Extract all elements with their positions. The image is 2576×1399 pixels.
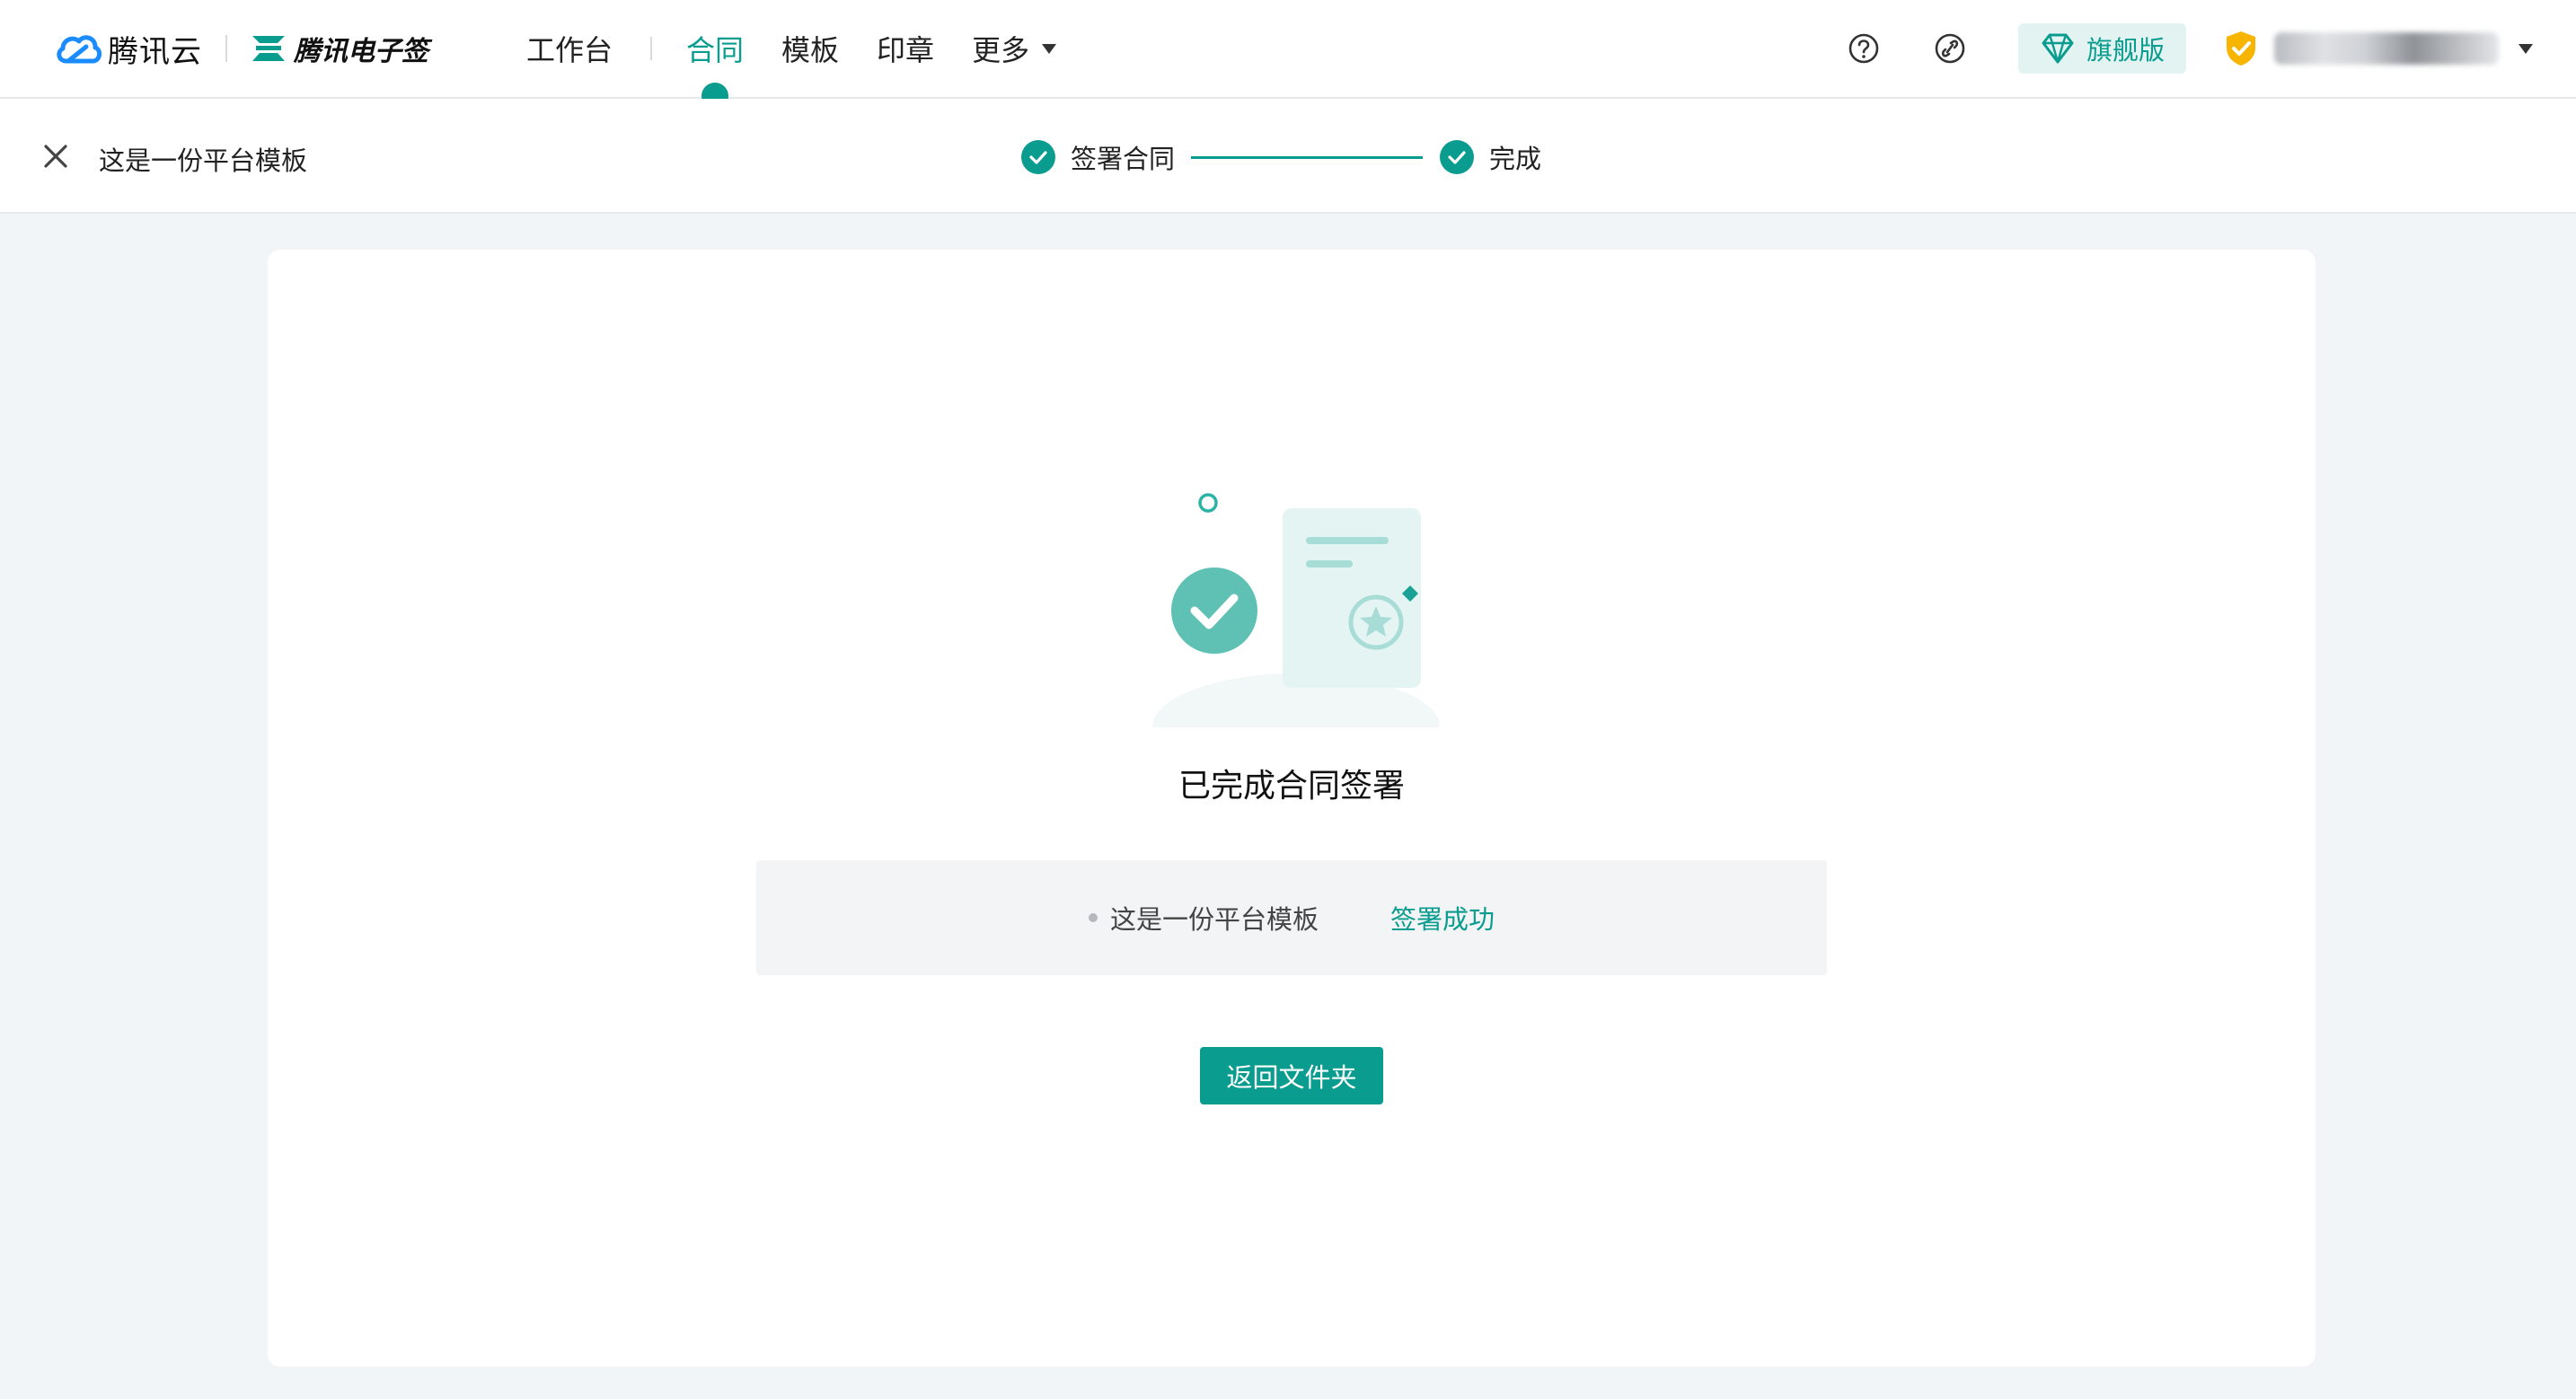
nav-divider (650, 37, 653, 60)
step-bar: 这是一份平台模板 签署合同 完成 (0, 99, 2576, 214)
shield-check-icon (2227, 31, 2255, 66)
close-icon[interactable] (40, 140, 72, 172)
document-title: 这是一份平台模板 (99, 145, 308, 176)
plan-label: 旗舰版 (2086, 35, 2165, 66)
nav-item-more[interactable]: 更多 (972, 0, 1057, 97)
progress-steps: 签署合同 完成 (1020, 135, 1541, 180)
brand-cloud-name: 腾讯云 (108, 33, 202, 70)
nav-item-more-label: 更多 (972, 33, 1030, 67)
link-icon[interactable] (1932, 31, 1968, 66)
brand-logo[interactable]: 腾讯云 腾讯电子签 (54, 23, 428, 74)
result-card: 已完成合同签署 这是一份平台模板 签署成功 返回文件夹 (268, 250, 2316, 1367)
step-done-check-icon (1021, 140, 1055, 174)
signed-file-row: 这是一份平台模板 签署成功 (756, 860, 1827, 975)
caret-down-icon (1042, 43, 1057, 54)
nav-item-contract[interactable]: 合同 (686, 0, 744, 110)
tencent-cloud-icon (57, 35, 101, 64)
signed-file-status: 签署成功 (1390, 904, 1495, 935)
main-nav: 工作台 合同 模板 印章 更多 (526, 0, 1057, 110)
nav-item-template[interactable]: 模板 (781, 0, 839, 97)
brand-divider (225, 35, 227, 62)
top-navigation-bar: 腾讯云 腾讯电子签 工作台 合同 模板 印章 更多 旗舰版 (0, 0, 2576, 110)
nav-item-workbench[interactable]: 工作台 (526, 0, 613, 97)
signed-document-illustration (1148, 493, 1444, 735)
back-to-folder-button[interactable]: 返回文件夹 (1200, 1047, 1383, 1104)
user-menu-caret-icon[interactable] (2519, 43, 2533, 54)
user-name[interactable]: ██████████ (2274, 32, 2499, 65)
question-circle-icon[interactable] (1846, 31, 1882, 66)
step-label-complete: 完成 (1489, 144, 1542, 174)
header-tools: 旗舰版 ██████████ (1846, 22, 2533, 75)
nav-item-seal[interactable]: 印章 (877, 0, 934, 97)
step-connector (1191, 155, 1424, 159)
result-title: 已完成合同签署 (1178, 768, 1405, 805)
bullet-dot (1088, 913, 1098, 922)
esign-logo-icon (252, 36, 285, 61)
diamond-icon (2042, 33, 2074, 64)
plan-badge[interactable]: 旗舰版 (2017, 23, 2186, 74)
step-label-sign: 签署合同 (1071, 144, 1176, 174)
brand-product-name: 腾讯电子签 (294, 36, 428, 67)
signed-file-name: 这是一份平台模板 (1109, 904, 1319, 935)
step-done-check-icon (1440, 140, 1475, 174)
